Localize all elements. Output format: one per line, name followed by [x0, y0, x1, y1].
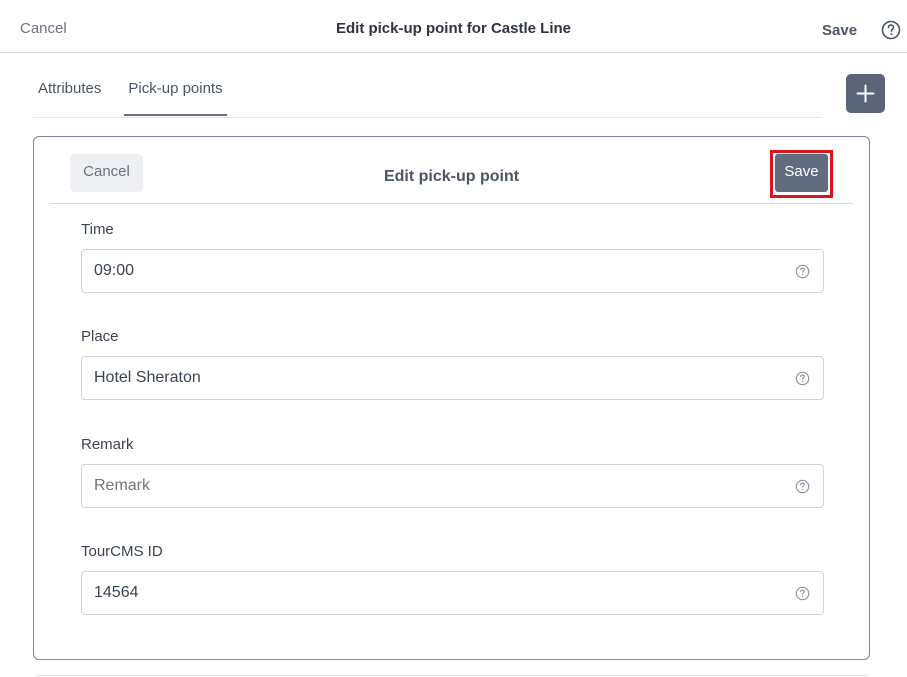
help-circle-icon[interactable]: [795, 264, 810, 279]
help-circle-icon[interactable]: [881, 20, 901, 40]
tourcms-id-input[interactable]: [94, 572, 784, 614]
top-save-button[interactable]: Save: [822, 22, 857, 39]
tab-bar: Attributes Pick-up points: [33, 73, 822, 118]
remark-label: Remark: [81, 436, 134, 453]
tab-pick-up-points[interactable]: Pick-up points: [124, 80, 227, 116]
time-label: Time: [81, 221, 114, 238]
divider: [37, 675, 869, 676]
tourcms-id-field-wrapper: [81, 571, 824, 615]
place-label: Place: [81, 328, 119, 345]
plus-icon: [856, 84, 875, 103]
help-circle-icon[interactable]: [795, 371, 810, 386]
tab-pick-up-points-label: Pick-up points: [128, 80, 223, 97]
remark-field-wrapper: [81, 464, 824, 508]
page-title: Edit pick-up point for Castle Line: [335, 20, 571, 37]
tourcms-id-label: TourCMS ID: [81, 543, 163, 560]
panel-save-button[interactable]: Save: [775, 154, 828, 192]
help-circle-icon[interactable]: [795, 586, 810, 601]
add-button[interactable]: [846, 74, 885, 113]
help-circle-icon[interactable]: [795, 479, 810, 494]
place-field-wrapper: [81, 356, 824, 400]
edit-pick-up-point-panel: Cancel Edit pick-up point Save Time Plac…: [33, 136, 870, 660]
panel-header: Cancel Edit pick-up point Save: [50, 137, 853, 204]
place-input[interactable]: [94, 357, 784, 399]
tab-attributes[interactable]: Attributes: [38, 80, 101, 97]
remark-input[interactable]: [94, 465, 784, 507]
time-input[interactable]: [94, 250, 784, 292]
top-bar: Cancel Edit pick-up point for Castle Lin…: [0, 0, 907, 53]
panel-title: Edit pick-up point: [383, 168, 520, 185]
time-field-wrapper: [81, 249, 824, 293]
